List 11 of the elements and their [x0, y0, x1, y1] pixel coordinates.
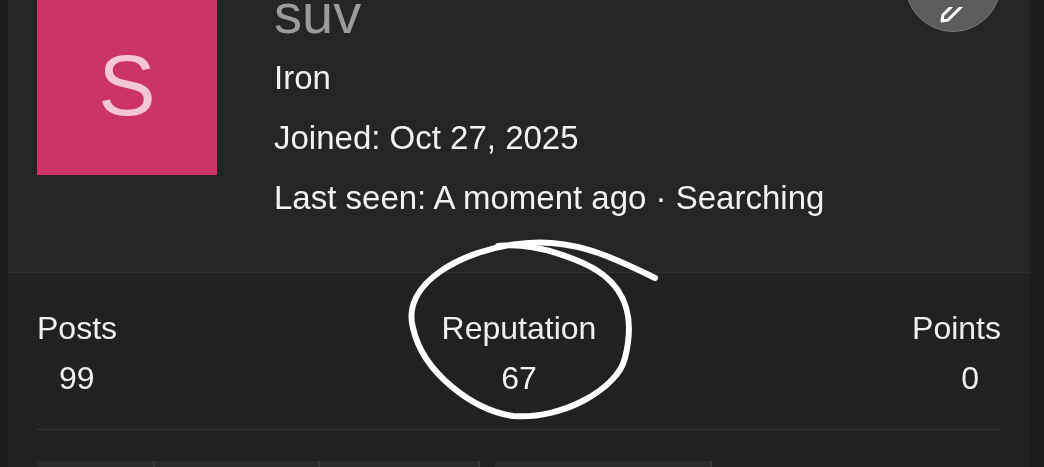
rank: Iron [274, 58, 331, 98]
stat-value: 0 [961, 359, 979, 398]
stat-label: Points [912, 309, 1001, 348]
stat-label: Posts [37, 309, 118, 348]
stat-label: Reputation [441, 309, 597, 348]
username: suv [274, 0, 362, 47]
stat-value: 99 [59, 359, 95, 398]
last-seen: Last seen: A moment ago · Searching [274, 178, 825, 218]
joined-date: Joined: Oct 27, 2025 [274, 118, 579, 158]
stat-value: 67 [501, 359, 537, 398]
avatar: S [37, 0, 217, 175]
